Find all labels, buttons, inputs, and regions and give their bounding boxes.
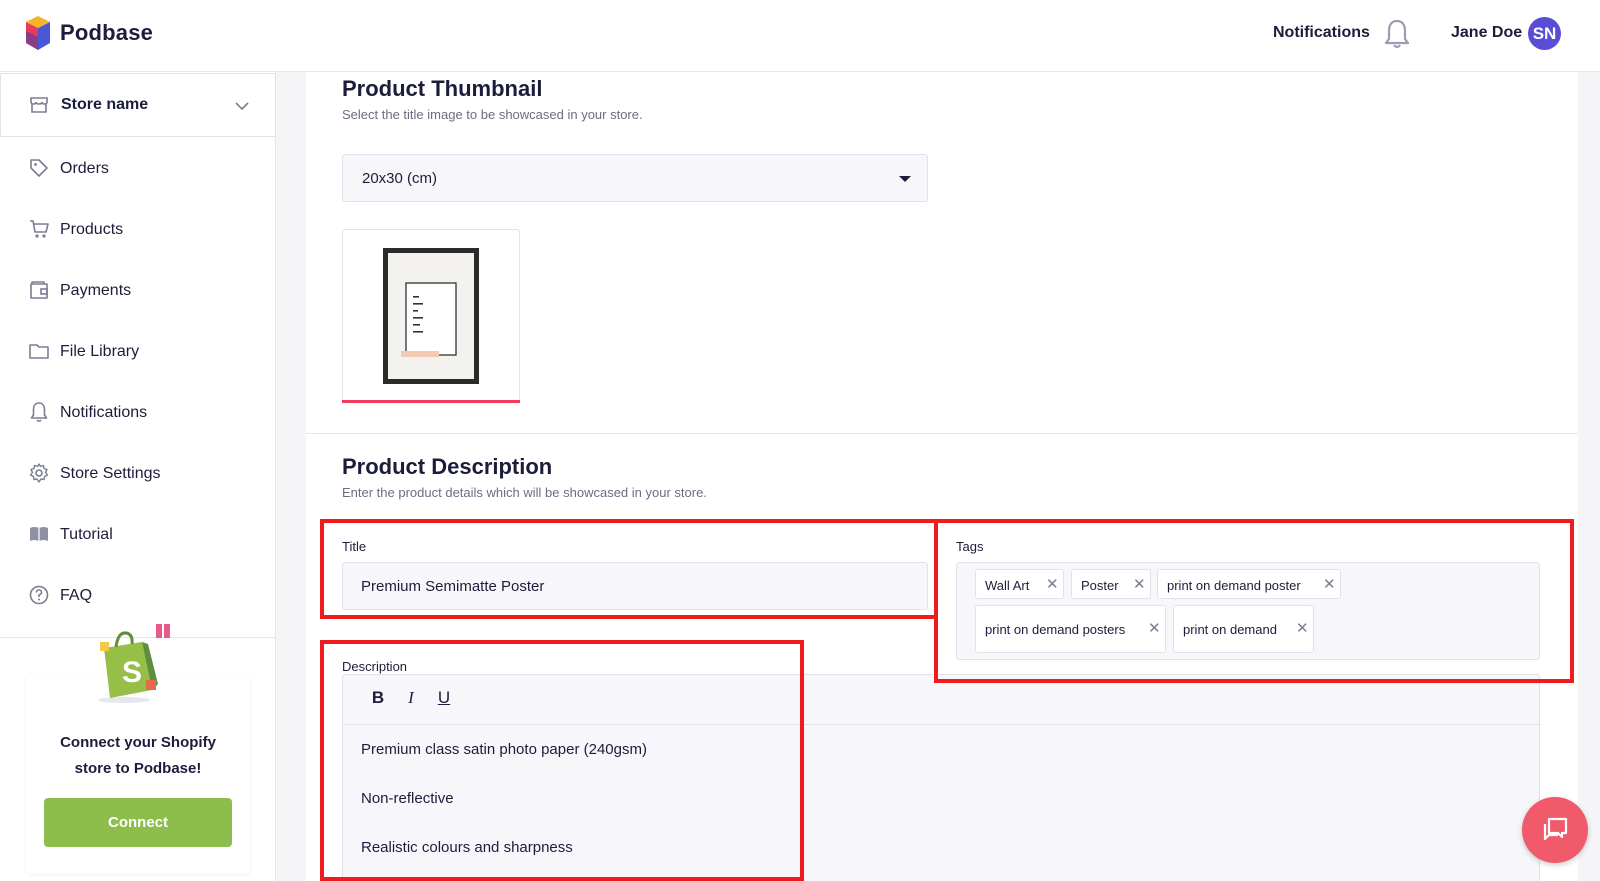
sidebar-item-faq[interactable]: FAQ: [0, 576, 276, 616]
sidebar-item-payments[interactable]: Payments: [0, 271, 276, 311]
sidebar: Store name Orders Products Payments File…: [0, 72, 276, 881]
help-icon: [28, 584, 50, 611]
wallet-icon: [28, 279, 50, 306]
thumbnail-section-subtitle: Select the title image to be showcased i…: [342, 107, 643, 122]
sidebar-item-notifications[interactable]: Notifications: [0, 393, 276, 433]
sidebar-item-label: Notifications: [60, 404, 148, 421]
chat-icon: [1543, 817, 1568, 841]
bell-icon[interactable]: [1382, 18, 1412, 55]
sidebar-item-label: Store Settings: [60, 465, 161, 482]
thumbnail-size-value: 20x30 (cm): [362, 170, 438, 187]
description-section-title: Product Description: [342, 454, 553, 479]
sidebar-item-label: Products: [60, 221, 124, 238]
tag-icon: [28, 157, 50, 184]
sidebar-item-file-library[interactable]: File Library: [0, 332, 276, 372]
connect-text-line: Connect your Shopify: [60, 734, 216, 751]
connect-button[interactable]: Connect: [44, 798, 232, 847]
sidebar-item-store-settings[interactable]: Store Settings: [0, 454, 276, 494]
sidebar-item-label: Orders: [60, 160, 109, 177]
sidebar-item-label: File Library: [60, 343, 140, 360]
caret-down-icon: [899, 176, 911, 182]
chat-button[interactable]: [1522, 797, 1588, 863]
connect-text-line: store to Podbase!: [74, 760, 202, 777]
thumbnail-selected-indicator: [342, 400, 520, 403]
user-name[interactable]: Jane Doe: [1451, 24, 1522, 42]
description-section-subtitle: Enter the product details which will be …: [342, 485, 707, 500]
book-icon: [28, 523, 50, 550]
sidebar-item-products[interactable]: Products: [0, 210, 276, 250]
sidebar-item-label: Tutorial: [60, 526, 113, 543]
thumbnail-image[interactable]: [342, 229, 520, 403]
description-highlight-box: [320, 640, 804, 881]
thumbnail-size-select[interactable]: 20x30 (cm): [342, 154, 928, 202]
gear-icon: [28, 462, 50, 489]
framed-poster-image: [383, 248, 479, 384]
avatar[interactable]: SN: [1528, 17, 1561, 50]
tags-highlight-box: [934, 519, 1574, 683]
title-highlight-box: [320, 519, 938, 619]
sidebar-item-orders[interactable]: Orders: [0, 149, 276, 189]
header-notifications-link[interactable]: Notifications: [1273, 24, 1370, 42]
folder-icon: [28, 340, 50, 367]
svg-text:S: S: [122, 656, 142, 689]
store-select-label: Store name: [61, 96, 149, 113]
brand-logo[interactable]: Podbase: [24, 14, 153, 52]
store-icon: [29, 96, 49, 119]
bell-icon: [28, 401, 50, 428]
brand-name: Podbase: [60, 20, 154, 45]
store-select[interactable]: Store name: [0, 73, 276, 137]
top-header: Podbase Notifications Jane Doe SN: [0, 0, 1600, 72]
sidebar-item-label: FAQ: [60, 587, 93, 604]
chevron-down-icon: [235, 98, 249, 116]
podbase-logo-icon: [26, 16, 50, 50]
sidebar-item-tutorial[interactable]: Tutorial: [0, 515, 276, 555]
section-divider: [306, 433, 1578, 434]
sidebar-item-label: Payments: [60, 282, 132, 299]
cart-icon: [28, 218, 50, 245]
shopify-bag-icon: S: [78, 620, 178, 709]
thumbnail-section-title: Product Thumbnail: [342, 76, 543, 101]
connect-shopify-text: Connect your Shopify store to Podbase!: [26, 730, 250, 782]
